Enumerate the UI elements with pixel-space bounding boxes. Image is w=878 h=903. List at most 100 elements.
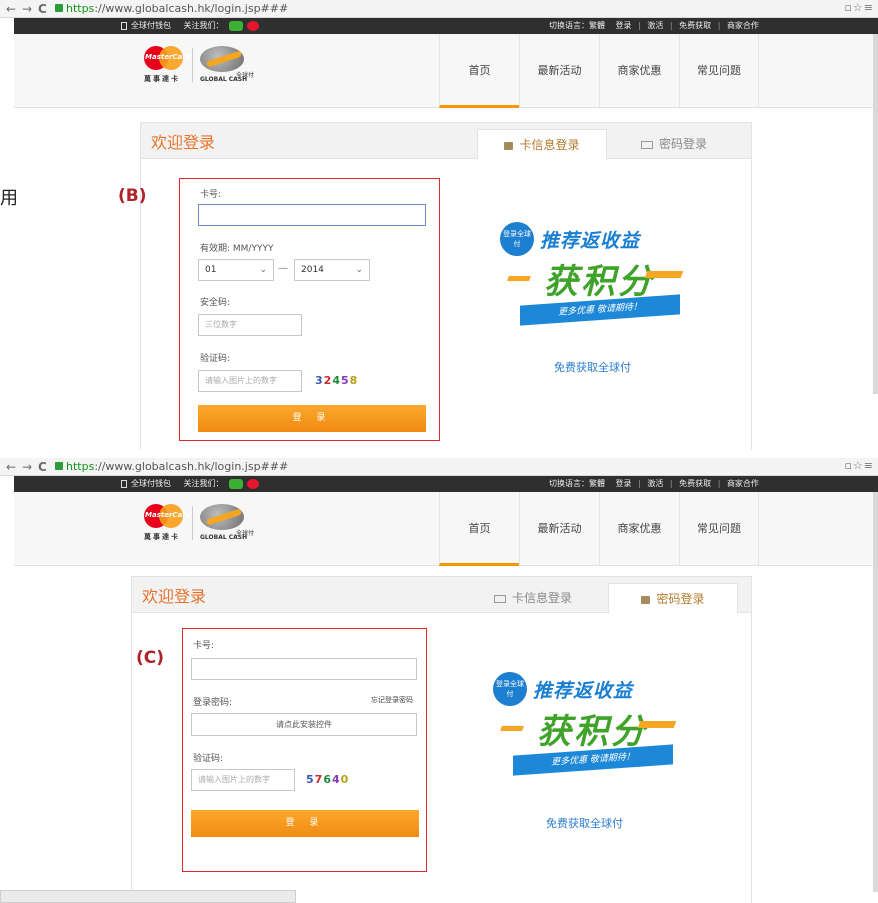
tab-password-login[interactable]: 密码登录: [608, 583, 738, 614]
password-login-form: 卡号: 登录密码: 忘记登录密码 请点此安装控件 验证码: 请输入图片上的数字 …: [182, 628, 427, 872]
nav-faq[interactable]: 常见问题: [679, 492, 759, 566]
site-header: MasterCard 萬事達卡 全球付 GLOBAL CASH 首页 最新活动 …: [14, 492, 878, 566]
back-icon[interactable]: ←: [6, 459, 16, 475]
reload-icon[interactable]: C: [38, 1, 47, 17]
captcha-image[interactable]: 57640: [306, 773, 349, 786]
mastercard-logo[interactable]: MasterCard: [144, 46, 191, 70]
top-strip: 全球付钱包 关注我们： 切换语言：繁體 登录 | 激活 | 免费获取 | 商家合…: [14, 18, 878, 34]
tab-password-login[interactable]: 密码登录: [609, 129, 739, 160]
follow-label: 关注我们：: [183, 21, 224, 30]
card-number-label: 卡号:: [193, 641, 215, 651]
expiry-year-select[interactable]: 2014 ⌄: [294, 259, 370, 281]
wechat-icon[interactable]: [229, 478, 244, 489]
partial-text: 用: [0, 188, 18, 209]
wechat-icon[interactable]: [229, 20, 244, 31]
captcha-input[interactable]: 请输入图片上的数字: [198, 370, 302, 392]
nav-activities[interactable]: 最新活动: [519, 492, 599, 566]
cvv-input[interactable]: 三位数字: [198, 314, 302, 336]
card-icon: [640, 140, 653, 149]
captcha-image[interactable]: 32458: [315, 374, 358, 387]
free-get-link[interactable]: 免费获取: [679, 479, 711, 488]
login-link[interactable]: 登录: [616, 21, 632, 30]
lock-icon: [55, 4, 63, 12]
wallet-link[interactable]: 全球付钱包: [131, 479, 171, 488]
get-card-link[interactable]: 免费获取全球付: [546, 815, 623, 831]
forward-icon[interactable]: →: [22, 459, 32, 475]
padlock-icon: [641, 595, 651, 604]
screenshot-c: ← → C https://www.globalcash.hk/login.js…: [0, 458, 878, 903]
nav-home[interactable]: 首页: [439, 492, 519, 566]
login-button[interactable]: 登 录: [191, 810, 419, 837]
tab-card-login[interactable]: 卡信息登录: [468, 583, 598, 614]
globalcash-en-label: GLOBAL CASH: [200, 534, 248, 541]
language-switch[interactable]: 切换语言：繁體: [549, 21, 605, 30]
expiry-dash: —: [278, 263, 288, 274]
weibo-icon[interactable]: [247, 20, 260, 31]
login-panel-header: 欢迎登录 卡信息登录 密码登录: [132, 577, 751, 614]
mastercard-logo[interactable]: MasterCard: [144, 504, 191, 528]
captcha-input[interactable]: 请输入图片上的数字: [191, 769, 295, 791]
scrollbar[interactable]: [873, 492, 878, 892]
language-switch[interactable]: 切换语言：繁體: [549, 479, 605, 488]
login-button[interactable]: 登 录: [198, 405, 426, 432]
extension-icons[interactable]: ▫☆≡: [844, 1, 874, 14]
cvv-label: 安全码:: [200, 298, 231, 308]
address-bar[interactable]: https://www.globalcash.hk/login.jsp###: [55, 2, 288, 16]
globalcash-logo[interactable]: [200, 46, 244, 72]
chevron-down-icon: ⌄: [355, 265, 363, 275]
login-panel-header: 欢迎登录 卡信息登录 密码登录: [141, 123, 751, 160]
screenshot-b: ← → C https://www.globalcash.hk/login.js…: [0, 0, 878, 450]
wallet-link[interactable]: 全球付钱包: [131, 21, 171, 30]
reload-icon[interactable]: C: [38, 459, 47, 475]
welcome-title: 欢迎登录: [151, 133, 216, 152]
card-number-label: 卡号:: [200, 190, 222, 200]
expiry-label: 有效期: MM/YYYY: [200, 244, 274, 254]
forward-icon[interactable]: →: [22, 1, 32, 17]
chevron-down-icon: ⌄: [259, 265, 267, 275]
mastercard-cn-label: 萬事達卡: [144, 75, 180, 83]
figure-label-b: (B): [118, 186, 147, 206]
nav-faq[interactable]: 常见问题: [679, 34, 759, 108]
globalcash-en-label: GLOBAL CASH: [200, 76, 248, 83]
nav-activities[interactable]: 最新活动: [519, 34, 599, 108]
password-control[interactable]: 请点此安装控件: [191, 713, 417, 736]
card-login-form: 卡号: 有效期: MM/YYYY 01 ⌄ — 2014 ⌄ 安全码: 三位数字 验…: [179, 178, 440, 441]
merchant-link[interactable]: 商家合作: [727, 479, 759, 488]
extension-icons[interactable]: ▫☆≡: [844, 459, 874, 472]
free-get-link[interactable]: 免费获取: [679, 21, 711, 30]
status-bar: [0, 890, 296, 903]
promo-line1: 推荐返收益: [540, 230, 641, 252]
site-header: MasterCard 萬事達卡 全球付 GLOBAL CASH 首页 最新活动 …: [14, 34, 878, 108]
captcha-label: 验证码:: [200, 354, 231, 364]
expiry-month-select[interactable]: 01 ⌄: [198, 259, 274, 281]
browser-toolbar: ← → C https://www.globalcash.hk/login.js…: [0, 0, 878, 18]
promo-badge: 登录全球付: [493, 672, 527, 706]
merchant-link[interactable]: 商家合作: [727, 21, 759, 30]
figure-label-c: (C): [136, 648, 165, 668]
promo-banner[interactable]: 登录全球付 推荐返收益 获积分 更多优惠 敬请期待！: [493, 666, 683, 786]
card-number-input[interactable]: [198, 204, 426, 226]
forgot-password-link[interactable]: 忘记登录密码: [371, 695, 413, 705]
activate-link[interactable]: 激活: [647, 21, 663, 30]
promo-line1: 推荐返收益: [533, 680, 634, 702]
logo-divider: [192, 48, 193, 82]
nav-offers[interactable]: 商家优惠: [599, 34, 679, 108]
nav-offers[interactable]: 商家优惠: [599, 492, 679, 566]
tab-card-login[interactable]: 卡信息登录: [477, 129, 607, 160]
weibo-icon[interactable]: [247, 478, 260, 489]
get-card-link[interactable]: 免费获取全球付: [554, 359, 631, 375]
captcha-label: 验证码:: [193, 754, 224, 764]
lock-icon: [55, 462, 63, 470]
nav-home[interactable]: 首页: [439, 34, 519, 108]
globalcash-logo[interactable]: [200, 504, 244, 530]
card-icon: [493, 594, 506, 603]
login-link[interactable]: 登录: [616, 479, 632, 488]
promo-banner[interactable]: 登录全球付 推荐返收益 获积分 更多优惠 敬请期待！: [500, 216, 690, 336]
welcome-title: 欢迎登录: [142, 587, 207, 606]
wallet-icon: [121, 21, 127, 30]
address-bar[interactable]: https://www.globalcash.hk/login.jsp###: [55, 460, 288, 474]
activate-link[interactable]: 激活: [647, 479, 663, 488]
back-icon[interactable]: ←: [6, 1, 16, 17]
card-number-input[interactable]: [191, 658, 417, 680]
scrollbar[interactable]: [873, 34, 878, 394]
